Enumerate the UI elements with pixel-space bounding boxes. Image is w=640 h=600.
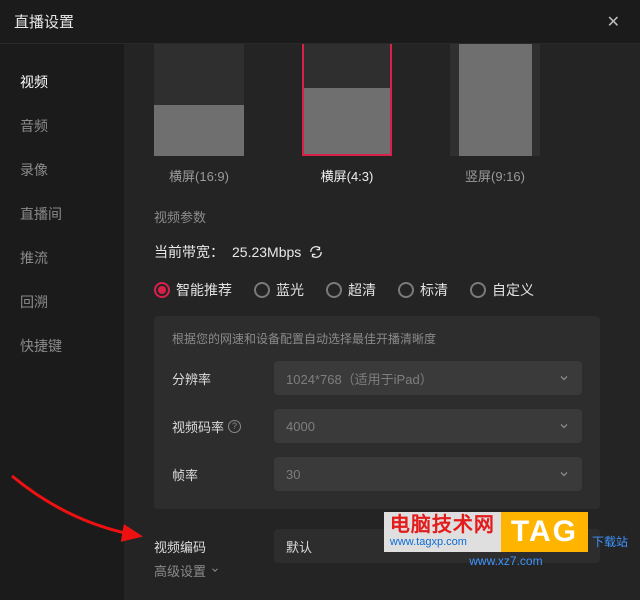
sidebar-item-replay[interactable]: 回溯 <box>0 280 124 324</box>
section-video-params: 视频参数 <box>154 207 600 226</box>
radio-label: 超清 <box>348 280 376 300</box>
sidebar: 视频 音频 录像 直播间 推流 回溯 快捷键 <box>0 44 124 600</box>
window-title: 直播设置 <box>14 11 74 32</box>
titlebar: 直播设置 ✕ <box>0 0 640 44</box>
resolution-label: 分辨率 <box>172 369 211 388</box>
quality-bluray[interactable]: 蓝光 <box>254 280 304 300</box>
encode-label: 视频编码 <box>154 537 206 556</box>
bandwidth-row: 当前带宽： 25.23Mbps <box>154 242 600 262</box>
bitrate-label: 视频码率 <box>172 417 224 436</box>
aspect-16-9[interactable]: 横屏(16:9) <box>154 44 244 185</box>
thumb-preview <box>302 44 392 156</box>
encode-row: 视频编码 默认 <box>154 529 600 563</box>
sidebar-item-label: 回溯 <box>20 294 48 310</box>
sidebar-item-label: 音频 <box>20 118 48 134</box>
aspect-9-16[interactable]: 竖屏(9:16) <box>450 44 540 185</box>
sidebar-item-live-room[interactable]: 直播间 <box>0 192 124 236</box>
bitrate-row: 视频码率 ? 4000 <box>172 409 582 443</box>
fps-label: 帧率 <box>172 465 198 484</box>
fps-select[interactable]: 30 <box>274 457 582 491</box>
sidebar-item-hotkeys[interactable]: 快捷键 <box>0 324 124 368</box>
sidebar-item-label: 录像 <box>20 162 48 178</box>
refresh-icon[interactable] <box>309 245 323 259</box>
resolution-select[interactable]: 1024*768（适用于iPad） <box>274 361 582 395</box>
thumb-label: 横屏(4:3) <box>321 166 374 185</box>
sidebar-item-label: 直播间 <box>20 206 62 222</box>
select-value: 30 <box>286 467 300 482</box>
chevron-down-icon <box>210 563 220 578</box>
aspect-ratio-group: 横屏(16:9) 横屏(4:3) 竖屏(9:16) <box>154 44 600 185</box>
radio-label: 蓝光 <box>276 280 304 300</box>
encode-select[interactable]: 默认 <box>274 529 600 563</box>
recommend-panel: 根据您的网速和设备配置自动选择最佳开播清晰度 分辨率 1024*768（适用于i… <box>154 316 600 509</box>
sidebar-item-label: 视频 <box>20 74 48 90</box>
aspect-4-3[interactable]: 横屏(4:3) <box>302 44 392 185</box>
chevron-down-icon <box>558 420 570 432</box>
thumb-preview <box>450 44 540 156</box>
settings-window: 直播设置 ✕ 视频 音频 录像 直播间 推流 回溯 快捷键 横屏(16:9) 横… <box>0 0 640 600</box>
radio-label: 智能推荐 <box>176 280 232 300</box>
bandwidth-value: 25.23Mbps <box>232 244 301 260</box>
chevron-down-icon <box>576 540 588 552</box>
advanced-label: 高级设置 <box>154 561 206 580</box>
thumb-preview <box>154 44 244 156</box>
sidebar-item-video[interactable]: 视频 <box>0 60 124 104</box>
sidebar-item-audio[interactable]: 音频 <box>0 104 124 148</box>
quality-radio-group: 智能推荐 蓝光 超清 标清 自定义 <box>154 280 600 300</box>
quality-ultra[interactable]: 超清 <box>326 280 376 300</box>
quality-smart[interactable]: 智能推荐 <box>154 280 232 300</box>
bandwidth-label: 当前带宽： <box>154 242 224 262</box>
bitrate-select[interactable]: 4000 <box>274 409 582 443</box>
advanced-toggle[interactable]: 高级设置 <box>154 561 220 580</box>
radio-label: 标清 <box>420 280 448 300</box>
chevron-down-icon <box>558 372 570 384</box>
quality-custom[interactable]: 自定义 <box>470 280 534 300</box>
sidebar-item-record[interactable]: 录像 <box>0 148 124 192</box>
select-value: 默认 <box>286 537 312 556</box>
sidebar-item-label: 推流 <box>20 250 48 266</box>
main-panel: 横屏(16:9) 横屏(4:3) 竖屏(9:16) 视频参数 当前带宽： 25.… <box>124 44 640 600</box>
sidebar-item-push-stream[interactable]: 推流 <box>0 236 124 280</box>
thumb-label: 竖屏(9:16) <box>465 166 525 185</box>
recommend-note: 根据您的网速和设备配置自动选择最佳开播清晰度 <box>172 330 582 347</box>
help-icon[interactable]: ? <box>228 420 241 433</box>
sidebar-item-label: 快捷键 <box>20 338 62 354</box>
fps-row: 帧率 30 <box>172 457 582 491</box>
chevron-down-icon <box>558 468 570 480</box>
select-value: 4000 <box>286 419 315 434</box>
radio-label: 自定义 <box>492 280 534 300</box>
select-value: 1024*768（适用于iPad） <box>286 369 433 388</box>
thumb-label: 横屏(16:9) <box>169 166 229 185</box>
quality-standard[interactable]: 标清 <box>398 280 448 300</box>
close-icon[interactable]: ✕ <box>601 8 626 36</box>
resolution-row: 分辨率 1024*768（适用于iPad） <box>172 361 582 395</box>
